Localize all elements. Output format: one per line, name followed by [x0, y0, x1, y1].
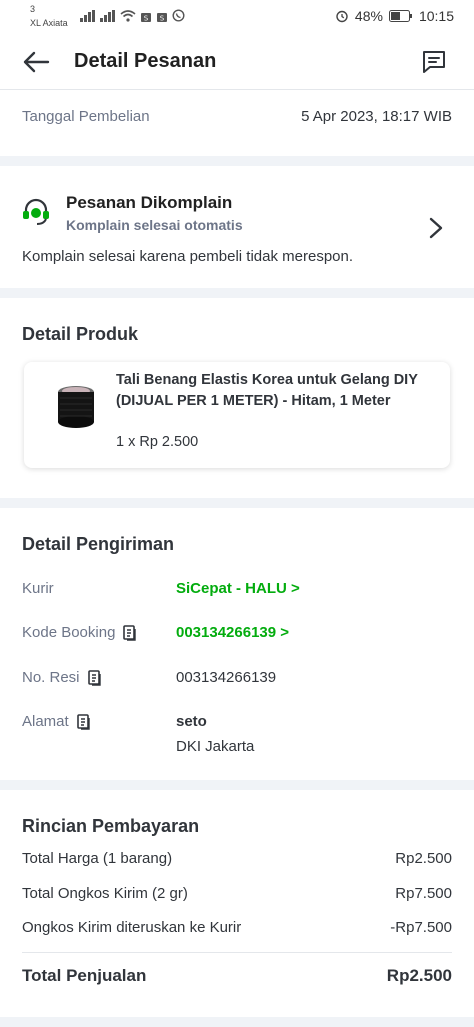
receipt-label: No. Resi [22, 669, 102, 686]
courier-label: Kurir [22, 580, 54, 597]
page-title: Detail Pesanan [74, 50, 217, 72]
purchase-date-value: 5 Apr 2023, 18:17 WIB [301, 108, 452, 125]
complaint-subtitle: Komplain selesai otomatis [66, 217, 243, 233]
shop-icon: S [141, 12, 151, 22]
booking-code-label-text: Kode Booking [22, 624, 116, 641]
booking-code-link[interactable]: 003134266139 > [176, 624, 289, 641]
complaint-title: Pesanan Dikomplain [66, 193, 233, 212]
payment-row-label: Ongkos Kirim diteruskan ke Kurir [22, 919, 242, 936]
svg-text:S: S [160, 14, 165, 22]
section-divider [0, 1017, 474, 1027]
courier-row: Kurir SiCepat - HALU > [0, 580, 474, 610]
status-icons-left: S S [80, 9, 185, 22]
section-divider [0, 780, 474, 790]
app-bar: Detail Pesanan [0, 34, 474, 90]
copy-icon[interactable] [87, 669, 102, 686]
payment-row: Total Harga (1 barang) Rp2.500 [22, 850, 452, 867]
section-divider [0, 498, 474, 508]
complaint-card[interactable]: Pesanan Dikomplain Komplain selesai otom… [0, 166, 474, 288]
courier-label-text: Kurir [22, 580, 54, 597]
carrier-number: 3 [30, 4, 36, 14]
address-label-text: Alamat [22, 713, 69, 730]
battery-icon [388, 10, 412, 22]
arrow-left-icon [23, 51, 50, 73]
chat-icon [423, 51, 445, 73]
receipt-value: 003134266139 [176, 669, 277, 686]
total-sales-label: Total Penjualan [22, 966, 147, 985]
receipt-label-text: No. Resi [22, 669, 80, 686]
address-name: seto [176, 713, 207, 730]
headset-support-icon [23, 198, 49, 225]
status-icons-right: 48% 10:15 [335, 8, 454, 24]
chat-button[interactable] [418, 46, 450, 78]
clock: 10:15 [418, 8, 454, 24]
signal-icon-2 [100, 9, 115, 22]
payment-row: Ongkos Kirim diteruskan ke Kurir -Rp7.50… [22, 919, 452, 936]
product-image [46, 378, 106, 438]
payment-row: Total Ongkos Kirim (2 gr) Rp7.500 [22, 885, 452, 902]
copy-icon[interactable] [76, 713, 91, 730]
copy-icon[interactable] [123, 624, 137, 641]
product-quantity-price: 1 x Rp 2.500 [116, 434, 199, 450]
payment-section-title: Rincian Pembayaran [22, 816, 200, 836]
address-label: Alamat [22, 713, 91, 730]
booking-code-label: Kode Booking [22, 624, 137, 641]
payment-row-value: Rp2.500 [395, 850, 452, 867]
address-city: DKI Jakarta [176, 738, 255, 755]
address-row: Alamat seto DKI Jakarta [0, 713, 474, 763]
svg-text:S: S [144, 14, 149, 22]
payment-row-label: Total Ongkos Kirim (2 gr) [22, 885, 188, 902]
payment-row-label: Total Harga (1 barang) [22, 850, 173, 867]
complaint-description: Komplain selesai karena pembeli tidak me… [22, 248, 354, 265]
carrier-info: 3 XL Axiata [30, 4, 68, 28]
booking-code-row: Kode Booking 003134266139 > [0, 624, 474, 654]
alarm-icon [336, 10, 348, 23]
total-sales-row: Total Penjualan Rp2.500 [22, 966, 452, 986]
payment-row-value: Rp7.500 [395, 885, 452, 902]
whatsapp-icon [172, 9, 185, 22]
total-sales-value: Rp2.500 [386, 966, 452, 985]
payment-row-value: -Rp7.500 [390, 919, 452, 936]
product-section-title: Detail Produk [22, 324, 139, 344]
section-divider [0, 288, 474, 298]
courier-link[interactable]: SiCepat - HALU > [176, 580, 300, 597]
payment-separator [22, 952, 452, 953]
purchase-date-row: Tanggal Pembelian 5 Apr 2023, 18:17 WIB [0, 90, 474, 156]
product-card[interactable]: Tali Benang Elastis Korea untuk Gelang D… [24, 362, 450, 468]
battery-percent: 48% [354, 8, 383, 24]
status-bar: 3 XL Axiata S S 48% 10:15 [0, 0, 474, 34]
chevron-right-icon [429, 217, 443, 239]
signal-icon [80, 9, 95, 22]
carrier-name: XL Axiata [30, 18, 68, 28]
shop-icon-2: S [157, 12, 167, 22]
purchase-date-label: Tanggal Pembelian [22, 108, 150, 125]
wifi-icon [120, 9, 136, 22]
receipt-row: No. Resi 003134266139 [0, 669, 474, 699]
product-name: Tali Benang Elastis Korea untuk Gelang D… [116, 372, 418, 409]
back-button[interactable] [18, 46, 54, 78]
shipping-section-title: Detail Pengiriman [22, 534, 175, 554]
section-divider [0, 156, 474, 166]
